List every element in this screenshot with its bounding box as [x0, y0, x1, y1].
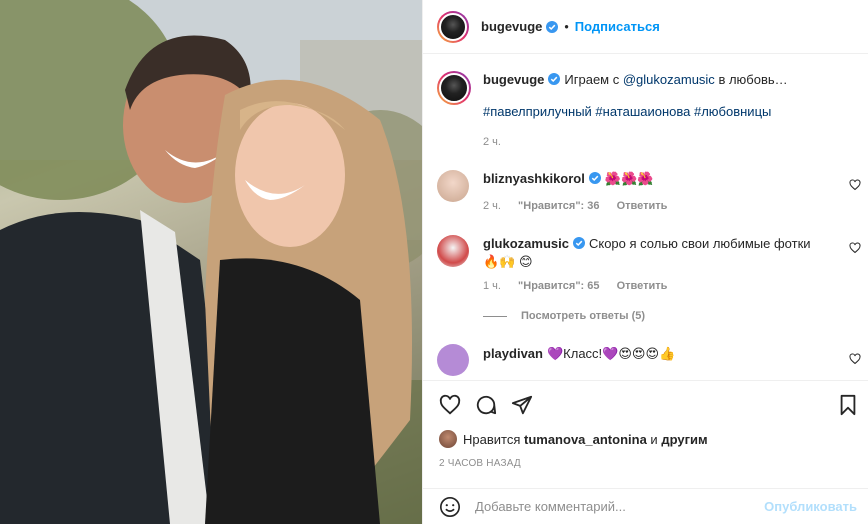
comment-row: bliznyashkikorol 🌺🌺🌺 — [437, 170, 843, 202]
caption-text-after: в любовь… — [718, 72, 788, 87]
verified-badge-icon — [572, 237, 585, 249]
comment-row: playdivan 💜Класс!💜😍😍😍👍 — [437, 344, 843, 376]
commenter-avatar[interactable] — [437, 170, 469, 202]
publish-button[interactable]: Опубликовать — [764, 499, 857, 514]
verified-badge-icon — [548, 73, 561, 85]
comment-likes[interactable]: "Нравится": 65 — [518, 280, 599, 292]
comments-list[interactable]: bugevuge Играем с @glukozamusic в любовь…… — [423, 55, 868, 379]
likes-summary: Нравится tumanova_antonina и другим — [439, 430, 708, 448]
caption-author-avatar[interactable] — [437, 71, 471, 105]
view-replies-button[interactable]: Посмотреть ответы (5) — [483, 310, 645, 322]
comment-row: glukozamusic Скоро я солью свои любимые ф… — [437, 235, 823, 271]
commenter-avatar[interactable] — [437, 235, 469, 267]
caption-text-before: Играем с — [564, 72, 620, 87]
post-photo[interactable] — [0, 0, 422, 524]
caption-time: 2 ч. — [483, 136, 501, 148]
action-bar — [423, 380, 868, 426]
author-avatar[interactable] — [437, 10, 469, 43]
comment-username[interactable]: glukozamusic — [483, 236, 569, 251]
likes-middle: и — [650, 431, 658, 447]
separator-dot: • — [564, 19, 569, 34]
replies-divider — [483, 315, 507, 317]
reply-button[interactable]: Ответить — [617, 280, 668, 292]
comment-username[interactable]: bliznyashkikorol — [483, 171, 585, 186]
liker-avatar[interactable] — [439, 430, 457, 448]
comment-icon[interactable] — [475, 394, 497, 416]
caption-text: bugevuge Играем с @glukozamusic в любовь…… — [483, 71, 843, 121]
comment-text: glukozamusic Скоро я солью свои любимые ф… — [483, 235, 823, 271]
like-comment-heart-icon[interactable] — [849, 179, 861, 191]
caption-mention[interactable]: @glukozamusic — [623, 72, 715, 87]
comment-meta: 2 ч. "Нравится": 36 Ответить — [483, 200, 681, 212]
caption-hashtags[interactable]: #павелприлучный #наташаионова #любовницы — [483, 103, 843, 121]
heart-icon[interactable] — [439, 394, 461, 416]
verified-badge-icon — [588, 172, 601, 184]
follow-button[interactable]: Подписаться — [575, 19, 660, 34]
comment-input[interactable] — [475, 499, 755, 514]
view-replies-label: Посмотреть ответы (5) — [521, 310, 646, 322]
comment-body: 💜Класс!💜😍😍😍👍 — [546, 346, 676, 361]
like-comment-heart-icon[interactable] — [849, 353, 861, 365]
caption-meta: 2 ч. — [483, 136, 515, 148]
comment-text: playdivan 💜Класс!💜😍😍😍👍 — [483, 345, 843, 376]
likes-others-link[interactable]: другим — [661, 432, 707, 447]
couple-photo-illustration — [0, 0, 422, 524]
commenter-avatar[interactable] — [437, 344, 469, 376]
post-details-panel: bugevuge • Подписаться bugevuge Играем с … — [422, 0, 868, 524]
bookmark-icon[interactable] — [837, 394, 859, 416]
like-comment-heart-icon[interactable] — [849, 242, 861, 254]
caption-author[interactable]: bugevuge — [483, 72, 544, 87]
comment-text: bliznyashkikorol 🌺🌺🌺 — [483, 172, 843, 202]
smiley-icon[interactable] — [439, 496, 461, 518]
comment-body: 🌺🌺🌺 — [604, 171, 654, 186]
caption-row: bugevuge Играем с @glukozamusic в любовь…… — [437, 71, 843, 121]
comment-likes[interactable]: "Нравится": 36 — [518, 200, 599, 212]
post-timestamp[interactable]: 2 ЧАСОВ НАЗАД — [439, 458, 521, 469]
likes-prefix: Нравится — [463, 431, 521, 447]
comment-time: 1 ч. — [483, 280, 501, 292]
add-comment-bar: Опубликовать — [423, 488, 868, 524]
verified-badge-icon — [546, 20, 559, 33]
paper-plane-icon[interactable] — [511, 394, 533, 416]
author-username[interactable]: bugevuge — [481, 19, 542, 34]
reply-button[interactable]: Ответить — [617, 200, 668, 212]
comment-meta: 1 ч. "Нравится": 65 Ответить — [483, 280, 681, 292]
comment-time: 2 ч. — [483, 200, 501, 212]
comment-username[interactable]: playdivan — [483, 346, 543, 361]
liker-username[interactable]: tumanova_antonina — [524, 432, 647, 447]
post-header: bugevuge • Подписаться — [423, 0, 868, 54]
